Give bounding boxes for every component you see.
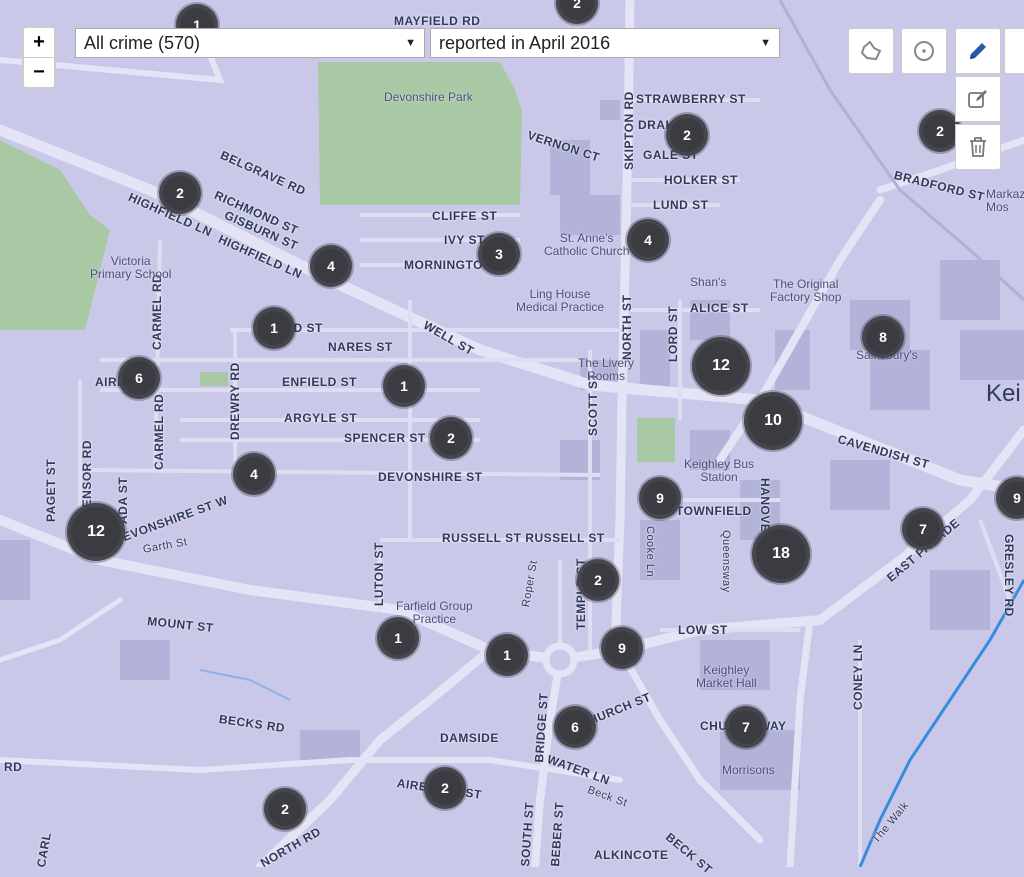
- zoom-out-button[interactable]: −: [24, 57, 54, 87]
- street-label: RUSSELL ST RUSSELL ST: [442, 531, 605, 545]
- date-range-select[interactable]: reported in April 2016 ▼: [430, 28, 780, 58]
- crime-cluster[interactable]: 9: [639, 477, 681, 519]
- crime-cluster[interactable]: 1: [377, 617, 419, 659]
- crime-cluster[interactable]: 6: [554, 706, 596, 748]
- place-label: The Original Factory Shop: [770, 277, 842, 304]
- roundabout: [542, 642, 578, 678]
- street-label: NORTH ST: [620, 294, 634, 360]
- street-label: HOLKER ST: [664, 173, 738, 187]
- street-label: NARES ST: [328, 340, 393, 354]
- edit-icon: [968, 90, 987, 108]
- crime-type-select[interactable]: All crime (570) ▼: [75, 28, 425, 58]
- place-label: Devonshire Park: [384, 90, 473, 104]
- pencil-icon: [970, 43, 986, 59]
- crime-cluster[interactable]: 2: [666, 114, 708, 156]
- crime-cluster[interactable]: 7: [725, 706, 767, 748]
- place-label: Victoria Primary School: [90, 254, 172, 281]
- crime-cluster[interactable]: 10: [744, 392, 802, 450]
- street-label: STRAWBERRY ST: [636, 92, 746, 106]
- draw-freehand-button[interactable]: [955, 28, 1001, 74]
- place-label: Ling House Medical Practice: [516, 287, 605, 314]
- place-label: St. Anne's Catholic Church: [544, 231, 630, 258]
- street-label: LORD ST: [666, 305, 680, 362]
- street-label: Queensway: [720, 530, 732, 593]
- crime-cluster[interactable]: 1: [253, 307, 295, 349]
- crime-cluster[interactable]: 1: [383, 365, 425, 407]
- place-label: Morrisons: [722, 763, 775, 777]
- place-label: Markaz Mos: [986, 187, 1024, 214]
- crime-cluster[interactable]: 2: [264, 788, 306, 830]
- street-label: CONEY LN: [851, 644, 865, 710]
- crime-cluster[interactable]: 2: [430, 417, 472, 459]
- street-label: DREWRY RD: [228, 362, 242, 440]
- crime-cluster[interactable]: 4: [627, 219, 669, 261]
- zoom-control: + −: [22, 26, 56, 89]
- street-label: Cooke Ln: [644, 526, 656, 578]
- crime-cluster[interactable]: 6: [118, 357, 160, 399]
- crime-cluster[interactable]: 8: [862, 316, 904, 358]
- crime-cluster[interactable]: 4: [233, 453, 275, 495]
- street-label: ALKINCOTE: [594, 848, 669, 862]
- street-label: ARGYLE ST: [284, 411, 358, 425]
- polygon-draw-icon: [860, 40, 882, 61]
- crime-cluster[interactable]: 2: [159, 172, 201, 214]
- place-label: Keighley Market Hall: [696, 663, 757, 690]
- park-area: [637, 418, 675, 462]
- draw-circle-button[interactable]: [901, 28, 947, 74]
- street-label: CARMEL RD: [150, 273, 164, 350]
- street-label: LOW ST: [678, 623, 728, 637]
- crime-cluster[interactable]: 4: [310, 245, 352, 287]
- circle-draw-icon: [914, 41, 934, 61]
- map-tool-button-partial[interactable]: [1004, 28, 1024, 74]
- crime-cluster[interactable]: 1: [486, 634, 528, 676]
- street-label: TOWNFIELD: [676, 504, 752, 518]
- street-label: ALICE ST: [690, 301, 749, 315]
- delete-shape-button[interactable]: [955, 124, 1001, 170]
- street-label: MAYFIELD RD: [394, 14, 481, 28]
- crime-cluster[interactable]: 12: [692, 337, 750, 395]
- dropdown-arrow-icon: ▼: [760, 37, 771, 49]
- crime-cluster[interactable]: 2: [577, 559, 619, 601]
- street-label: GRESLEY RD: [1002, 534, 1016, 617]
- street-label: RD: [4, 760, 23, 774]
- crime-cluster[interactable]: 9: [601, 627, 643, 669]
- street-label: DEVONSHIRE ST: [378, 470, 483, 484]
- place-label: Keighley Bus Station: [684, 457, 755, 484]
- draw-polygon-button[interactable]: [848, 28, 894, 74]
- place-label: Shan's: [690, 275, 727, 289]
- place-label: The Livery Rooms: [578, 356, 635, 383]
- crime-cluster[interactable]: 7: [902, 508, 944, 550]
- street-label: LUTON ST: [372, 542, 386, 606]
- street-label: PAGET ST: [44, 458, 58, 522]
- park-area: [200, 372, 228, 386]
- crime-type-value: All crime (570): [84, 32, 201, 53]
- street-label: SKIPTON RD: [622, 91, 636, 170]
- street-label: SPENCER ST: [344, 431, 426, 445]
- street-label: LUND ST: [653, 198, 709, 212]
- town-label: Kei: [986, 380, 1021, 407]
- street-label: CLIFFE ST: [432, 209, 498, 223]
- street-label: ENFIELD ST: [282, 375, 358, 389]
- street-label: DAMSIDE: [440, 731, 499, 745]
- street-label: CARMEL RD: [152, 393, 166, 470]
- crime-cluster[interactable]: 3: [478, 233, 520, 275]
- edit-shape-button[interactable]: [955, 76, 1001, 122]
- trash-icon: [970, 137, 986, 157]
- crime-cluster[interactable]: 2: [424, 767, 466, 809]
- park-area: [318, 62, 522, 205]
- crime-cluster[interactable]: 18: [752, 525, 810, 583]
- zoom-in-button[interactable]: +: [24, 28, 54, 57]
- dropdown-arrow-icon: ▼: [405, 37, 416, 49]
- date-range-value: reported in April 2016: [439, 32, 611, 53]
- crime-cluster[interactable]: 12: [67, 503, 125, 561]
